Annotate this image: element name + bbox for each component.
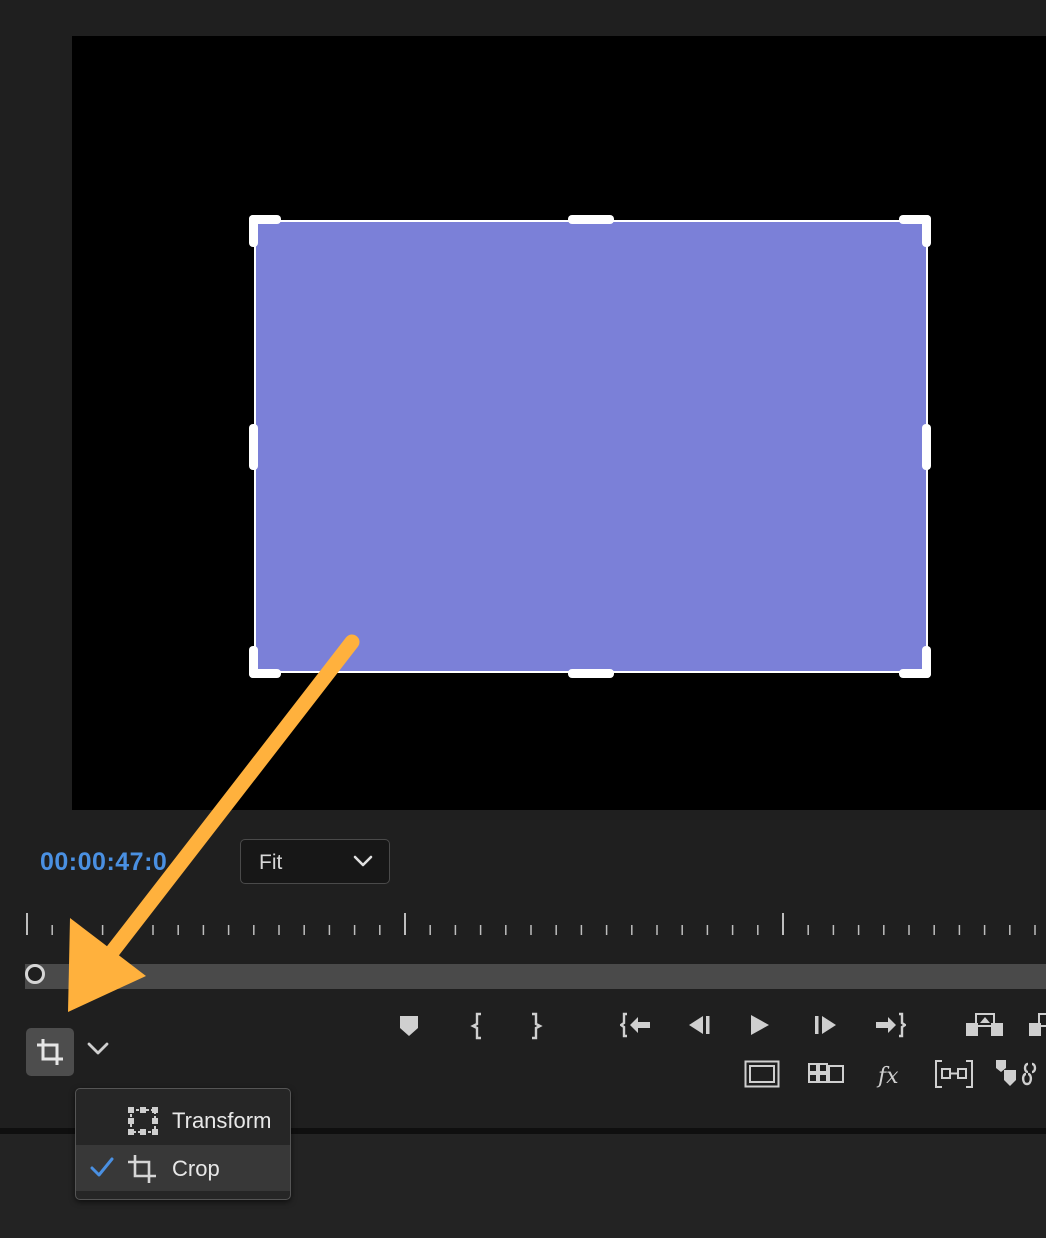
overlay-mode-menu: Transform Crop <box>75 1088 291 1200</box>
add-marker-icon[interactable] <box>399 1015 419 1037</box>
go-to-out-icon[interactable] <box>874 1012 906 1038</box>
playhead-timecode[interactable]: 00:00:47:0 <box>40 848 167 877</box>
overlay-mode-button[interactable] <box>26 1028 74 1076</box>
handle-bottom-middle[interactable] <box>568 669 614 678</box>
menu-item-crop[interactable]: Crop <box>76 1145 290 1191</box>
step-back-icon[interactable] <box>687 1014 713 1036</box>
go-to-in-icon[interactable] <box>620 1012 652 1038</box>
transform-icon <box>128 1107 158 1135</box>
crop-icon <box>37 1039 63 1065</box>
extract-icon[interactable] <box>1028 1011 1046 1037</box>
step-forward-icon[interactable] <box>812 1014 838 1036</box>
menu-item-transform[interactable]: Transform <box>76 1097 290 1143</box>
overlay-mode-dropdown-chevron-icon[interactable] <box>86 1040 110 1058</box>
time-ruler[interactable] <box>0 905 1046 940</box>
mark-out-icon[interactable] <box>528 1012 544 1040</box>
handle-bottom-left[interactable] <box>249 646 258 678</box>
play-icon[interactable] <box>749 1013 771 1037</box>
menu-item-label: Transform <box>172 1108 272 1133</box>
menu-item-label: Crop <box>172 1156 220 1181</box>
zoom-level-select[interactable]: Fit <box>240 839 390 884</box>
playhead-handle[interactable] <box>25 964 45 984</box>
checkmark-icon <box>90 1157 114 1177</box>
scrub-bar[interactable] <box>25 964 1046 989</box>
chevron-down-icon <box>353 855 373 867</box>
handle-left-middle[interactable] <box>249 424 258 470</box>
comparison-view-icon[interactable] <box>934 1059 974 1089</box>
zoom-level-value: Fit <box>259 851 283 874</box>
handle-right-middle[interactable] <box>922 424 931 470</box>
handle-top-middle[interactable] <box>568 215 614 224</box>
multi-camera-icon[interactable] <box>807 1062 845 1086</box>
safe-margins-icon[interactable] <box>744 1060 780 1088</box>
marker-link-icon[interactable] <box>994 1058 1046 1090</box>
svg-text:fx: fx <box>876 1064 899 1089</box>
handle-bottom-right[interactable] <box>922 646 931 678</box>
handle-top-right[interactable] <box>922 215 931 247</box>
fx-icon[interactable]: fx <box>876 1060 906 1090</box>
clip-frame[interactable] <box>254 220 928 673</box>
handle-top-left[interactable] <box>249 215 258 247</box>
mark-in-icon[interactable] <box>469 1012 485 1040</box>
lift-icon[interactable] <box>965 1011 1005 1037</box>
program-monitor: 00:00:47:0 Fit fx <box>0 0 1046 1128</box>
crop-icon <box>128 1155 156 1183</box>
